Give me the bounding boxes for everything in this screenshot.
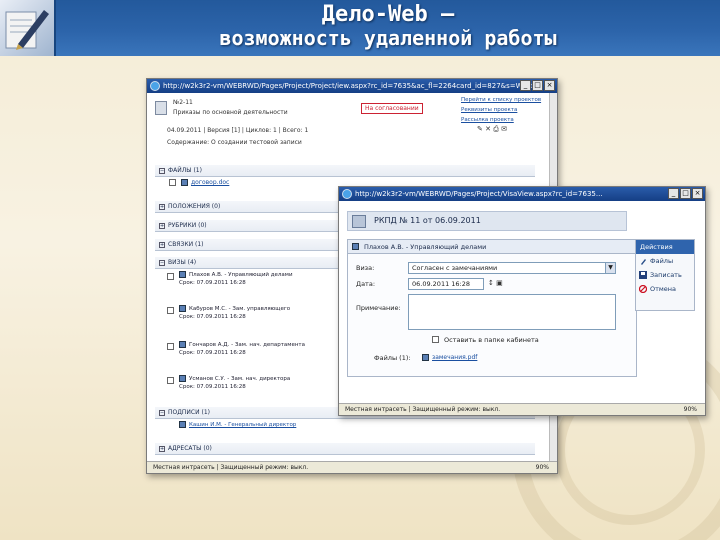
edit-icon[interactable]: ✎ [477, 125, 483, 133]
visa-checkbox-1[interactable] [167, 273, 174, 280]
link-projects-list[interactable]: Перейти к списку проектов [461, 95, 541, 105]
print-icon[interactable]: ⎙ [493, 125, 499, 133]
toolbar-icons: ✎ ✕ ⎙ ✉ [477, 125, 507, 134]
document-icon [352, 215, 366, 228]
files-label: Файлы (1): [374, 354, 411, 362]
action-links: Перейти к списку проектов Реквизиты прое… [461, 95, 541, 125]
popup-titlebar: http://w2k3r2-vm/WEBRWD/Pages/Project/Vi… [339, 187, 705, 201]
person-icon [179, 305, 186, 312]
popup-header: РКПД № 11 от 06.09.2011 [347, 211, 627, 231]
visa-item-4[interactable]: Усманов С.У. - Зам. нач. директора Срок: … [179, 375, 290, 391]
comment-textarea[interactable] [408, 294, 616, 330]
attached-file-link[interactable]: замечания.pdf [422, 354, 477, 361]
popup-maximize-button[interactable]: □ [680, 188, 691, 199]
section-files[interactable]: − ФАЙЛЫ (1) [155, 165, 535, 177]
keep-in-folder-checkbox[interactable] [432, 336, 439, 343]
person-icon [179, 375, 186, 382]
calendar-icon[interactable]: ↕ ▣ [488, 279, 503, 287]
action-save[interactable]: Записать [636, 268, 694, 282]
comment-label: Примечание: [356, 304, 401, 312]
link-project-mailing[interactable]: Рассылка проекта [461, 115, 541, 125]
section-addressees[interactable]: + АДРЕСАТЫ (0) [155, 443, 535, 455]
slide-title: Дело-Web – [321, 2, 455, 27]
main-window-titlebar: http://w2k3r2-vm/WEBRWD/Pages/Project/Pr… [147, 79, 557, 93]
file-icon [181, 179, 188, 186]
summary-row: Содержание: О создании тестовой записи [167, 139, 302, 146]
visa-select[interactable]: Согласен с замечаниями ▼ [408, 262, 616, 274]
popup-zoom-level[interactable]: 90% [684, 404, 697, 415]
date-label: Дата: [356, 280, 376, 288]
maximize-button[interactable]: □ [532, 80, 543, 91]
browser-icon [150, 81, 160, 91]
popup-statusbar: Местная интрасеть | Защищенный режим: вы… [339, 403, 705, 415]
person-icon [352, 243, 359, 250]
status-badge: На согласовании [361, 103, 423, 114]
visa-label: Виза: [356, 264, 375, 272]
delete-icon[interactable]: ✕ [485, 125, 491, 133]
visa-item-3[interactable]: Гончаров А.Д. - Зам. нач. департамента Ср… [179, 341, 305, 357]
slide-subtitle: возможность удаленной работы [219, 26, 557, 50]
doc-type: Приказы по основной деятельности [173, 109, 288, 116]
chevron-down-icon[interactable]: ▼ [605, 263, 615, 273]
actions-title: Действия [636, 240, 694, 254]
slide-header: Дело-Web – возможность удаленной работы [0, 0, 720, 56]
popup-minimize-button[interactable]: _ [668, 188, 679, 199]
action-cancel[interactable]: Отмена [636, 282, 694, 296]
date-input[interactable]: 06.09.2011 16:28 [408, 278, 484, 290]
date-version-row: 04.09.2011 | Версия [1] | Циклов: 1 | Вс… [167, 127, 309, 134]
doc-number: №2-11 [173, 99, 193, 106]
save-icon [639, 271, 647, 279]
pen-logo-icon [5, 10, 49, 50]
signer-item[interactable]: Кашин И.М. - Генеральный директор [179, 421, 296, 429]
popup-close-button[interactable]: × [692, 188, 703, 199]
visa-item-2[interactable]: Кабуров М.С. - Зам. управляющего Срок: 07… [179, 305, 290, 321]
zoom-level[interactable]: 90% [536, 462, 549, 473]
visa-panel: Плахов А.В. - Управляющий делами Виза: С… [347, 239, 637, 377]
visa-popup-window: http://w2k3r2-vm/WEBRWD/Pages/Project/Vi… [338, 186, 706, 416]
person-icon [179, 341, 186, 348]
visa-checkbox-4[interactable] [167, 377, 174, 384]
visa-item-1[interactable]: Плахов А.В. - Управляющий делами Срок: 07… [179, 271, 293, 287]
minimize-button[interactable]: _ [520, 80, 531, 91]
browser-icon [342, 189, 352, 199]
visa-checkbox-3[interactable] [167, 343, 174, 350]
cancel-icon [639, 285, 647, 293]
mail-icon[interactable]: ✉ [501, 125, 507, 133]
main-statusbar: Местная интрасеть | Защищенный режим: вы… [147, 461, 557, 473]
paperclip-icon [641, 259, 646, 265]
close-button[interactable]: × [544, 80, 555, 91]
link-project-details[interactable]: Реквизиты проекта [461, 105, 541, 115]
actions-panel: Действия Файлы Записать Отмена [635, 239, 695, 311]
file-link[interactable]: договор.doc [181, 179, 229, 186]
visa-panel-title: Плахов А.В. - Управляющий делами [348, 240, 636, 254]
visa-checkbox-2[interactable] [167, 307, 174, 314]
person-icon [179, 271, 186, 278]
file-checkbox[interactable] [169, 179, 176, 186]
file-icon [422, 354, 429, 361]
document-icon [155, 101, 167, 115]
action-files[interactable]: Файлы [636, 254, 694, 268]
logo [0, 0, 56, 56]
keep-in-folder-label: Оставить в папке кабинета [444, 336, 539, 344]
person-icon [179, 421, 186, 428]
